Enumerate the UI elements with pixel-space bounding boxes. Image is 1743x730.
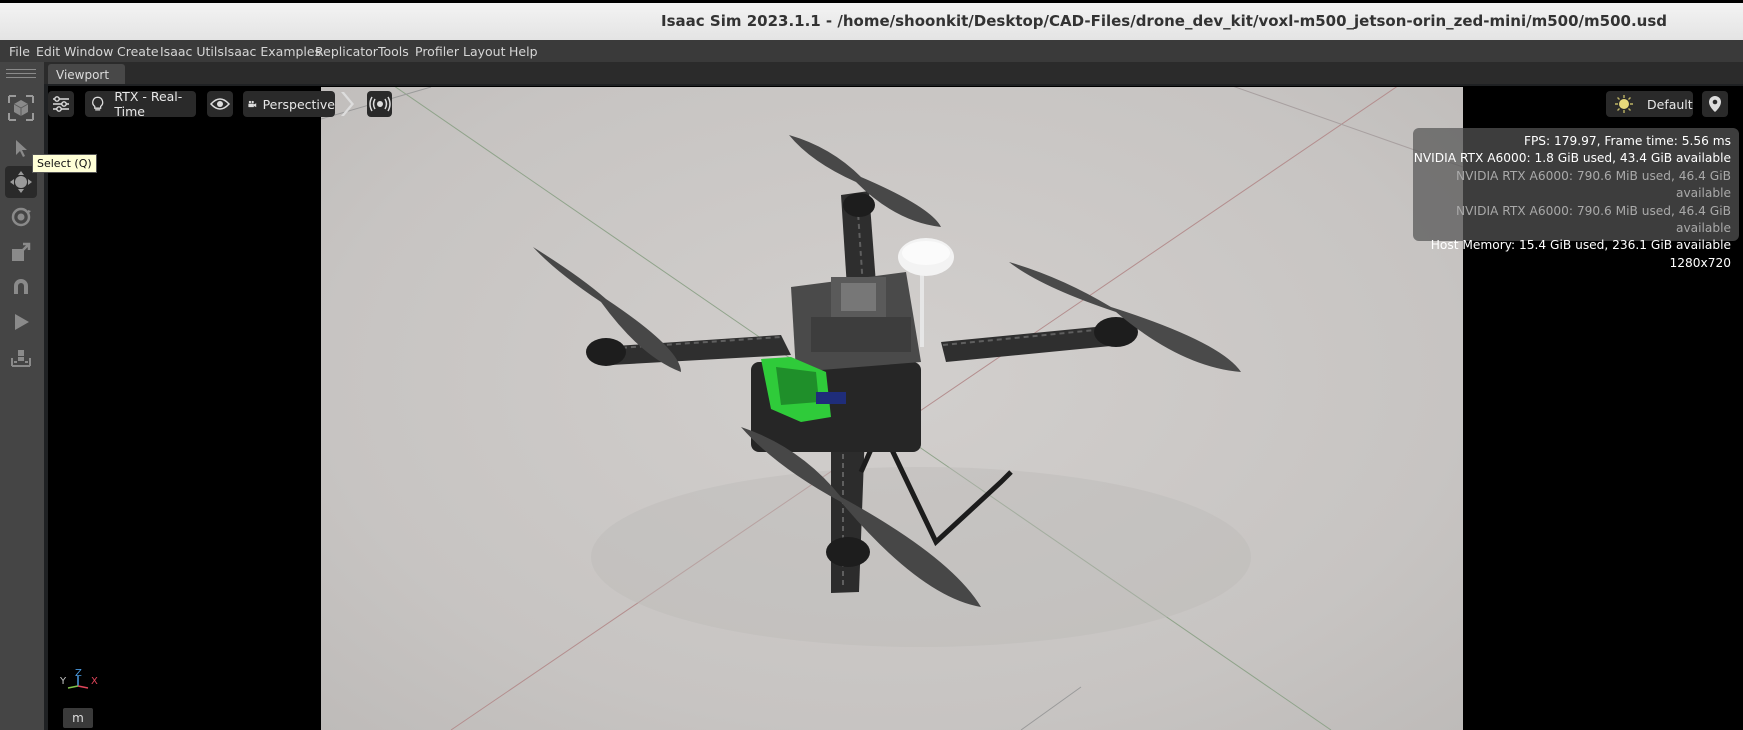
location-button[interactable] xyxy=(1702,91,1728,117)
map-pin-icon xyxy=(1709,96,1721,112)
select-tooltip: Select (Q) xyxy=(32,154,97,173)
visibility-button[interactable] xyxy=(207,91,233,117)
gpu-memory-line: NVIDIA RTX A6000: 790.6 MiB used, 46.4 G… xyxy=(1456,203,1731,236)
broadcast-icon xyxy=(368,96,391,112)
cube-icon[interactable] xyxy=(5,92,37,124)
viewport-settings-button[interactable] xyxy=(48,91,74,117)
snap-magnet-icon[interactable] xyxy=(5,271,37,303)
menu-replicator[interactable]: Replicator xyxy=(315,44,378,59)
unit-button[interactable]: m xyxy=(63,708,93,728)
toolbar-grip[interactable] xyxy=(6,69,36,70)
camera-label: Perspective xyxy=(262,96,335,112)
render-mode-button[interactable]: RTX - Real-Time xyxy=(85,89,196,119)
host-memory-line: Host Memory: 15.4 GiB used, 236.1 GiB av… xyxy=(1430,238,1731,253)
gpu-memory-line: NVIDIA RTX A6000: 790.6 MiB used, 46.4 G… xyxy=(1456,168,1731,201)
render-mode-label: RTX - Real-Time xyxy=(114,89,183,119)
y-axis-label: Y xyxy=(59,676,67,687)
toolbar-grip[interactable] xyxy=(6,73,36,74)
build-icon[interactable] xyxy=(5,342,37,374)
menu-file[interactable]: File xyxy=(9,44,30,59)
window-title: Isaac Sim 2023.1.1 - /home/shoonkit/Desk… xyxy=(661,12,1667,30)
scale-icon[interactable] xyxy=(5,236,37,268)
camera-icon xyxy=(248,100,257,108)
lightbulb-icon xyxy=(92,96,104,111)
menu-layout[interactable]: Layout xyxy=(463,44,506,59)
menu-tools[interactable]: Tools xyxy=(378,44,409,59)
camera-button[interactable]: Perspective xyxy=(243,91,335,117)
window-titlebar: Isaac Sim 2023.1.1 - /home/shoonkit/Desk… xyxy=(0,0,1743,40)
viewport-render[interactable] xyxy=(321,87,1463,730)
broadcast-button[interactable] xyxy=(367,91,392,117)
menu-bar: File Edit Window Create Isaac Utils Isaa… xyxy=(0,40,1743,62)
menu-create[interactable]: Create xyxy=(117,44,159,59)
rotate-icon[interactable] xyxy=(5,201,37,233)
menu-isaac-examples[interactable]: Isaac Examples xyxy=(224,44,321,59)
z-axis-label: Z xyxy=(75,668,82,679)
lighting-button[interactable]: Default xyxy=(1606,91,1693,117)
chevron-right-icon[interactable] xyxy=(340,92,354,120)
menu-window[interactable]: Window xyxy=(64,44,113,59)
resolution-line: 1280x720 xyxy=(1669,255,1732,270)
play-icon[interactable] xyxy=(5,306,37,338)
stats-overlay: FPS: 179.97, Frame time: 5.56 ms NVIDIA … xyxy=(1413,128,1739,270)
axis-gizmo: Y Z X xyxy=(58,668,102,692)
gpu-memory-line: NVIDIA RTX A6000: 1.8 GiB used, 43.4 GiB… xyxy=(1413,151,1731,166)
lighting-label: Default xyxy=(1647,96,1693,112)
menu-help[interactable]: Help xyxy=(509,44,538,59)
x-axis-label: X xyxy=(91,676,98,687)
menu-isaac-utils[interactable]: Isaac Utils xyxy=(160,44,224,59)
eye-icon xyxy=(210,98,230,110)
fps-line: FPS: 179.97, Frame time: 5.56 ms xyxy=(1523,134,1731,148)
menu-profiler[interactable]: Profiler xyxy=(415,44,459,59)
drone-scene xyxy=(321,87,1463,730)
tab-viewport[interactable]: Viewport xyxy=(48,64,125,84)
tab-strip: Viewport xyxy=(44,62,1743,84)
toolbar-grip[interactable] xyxy=(6,77,36,78)
sliders-icon xyxy=(53,96,69,112)
sun-icon xyxy=(1615,95,1633,113)
menu-edit[interactable]: Edit xyxy=(36,44,60,59)
